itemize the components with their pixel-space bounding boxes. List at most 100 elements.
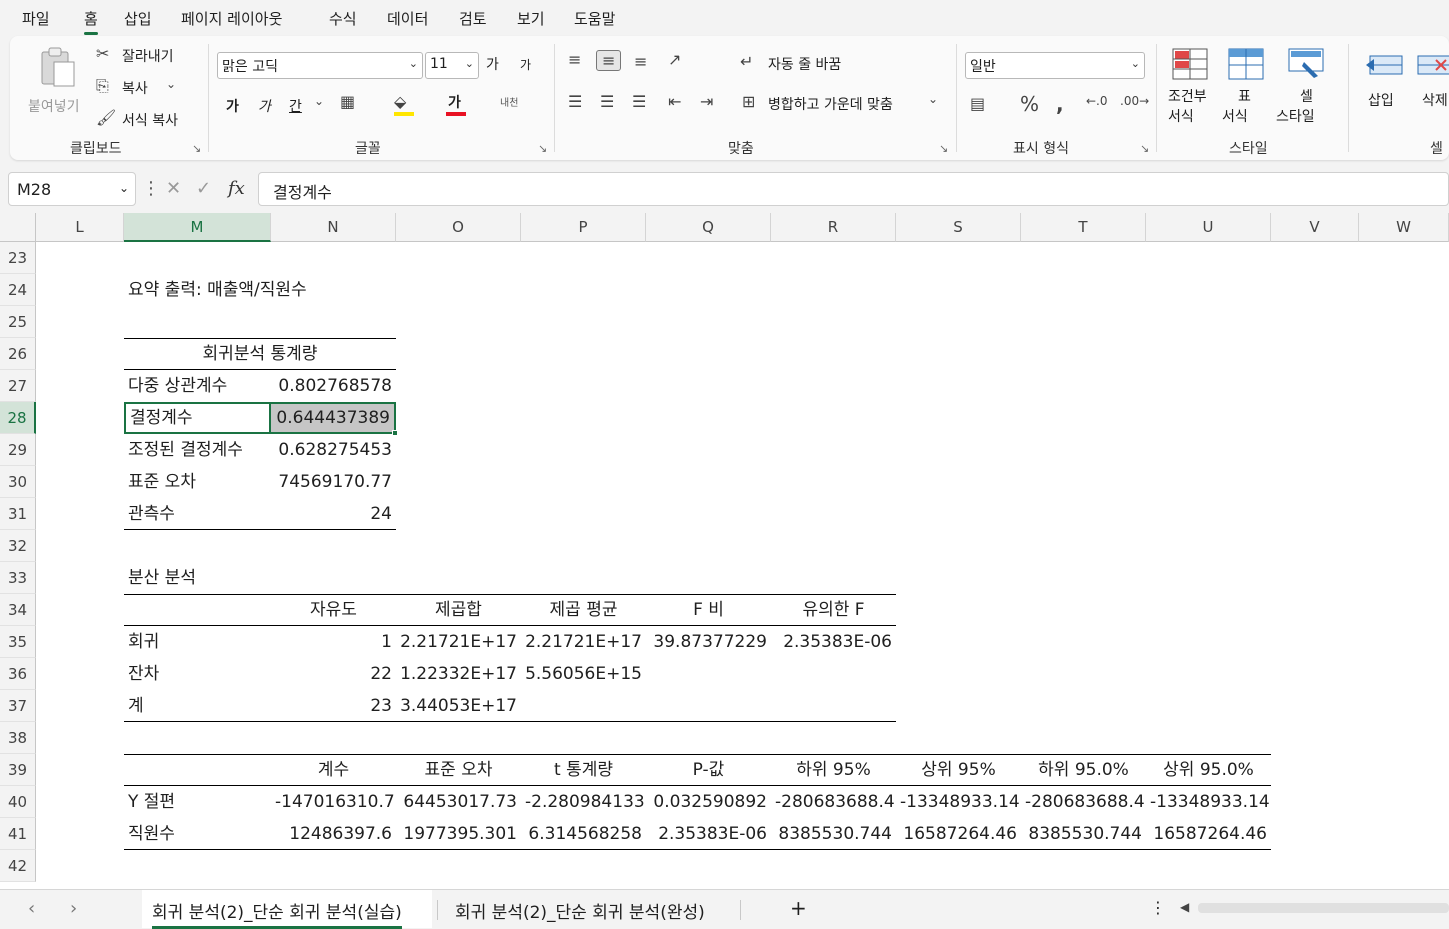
coef-header[interactable]: 하위 95.0% — [1021, 754, 1146, 786]
sheet-tab-practice[interactable]: 회귀 분석(2)_단순 회귀 분석(실습) — [152, 898, 402, 929]
name-box[interactable]: M28 ⌄ — [8, 172, 136, 206]
fill-color-icon[interactable]: ⬙ — [394, 92, 406, 111]
coef-cell[interactable]: -147016310.7 — [271, 786, 396, 818]
wrap-text-button[interactable]: 자동 줄 바꿈 — [768, 54, 841, 74]
summary-title[interactable]: 요약 출력: 매출액/직원수 — [124, 274, 311, 306]
column-header-Q[interactable]: Q — [646, 213, 771, 242]
stat-value[interactable]: 74569170.77 — [271, 466, 396, 498]
menu-review[interactable]: 검토 — [459, 8, 487, 29]
anova-header[interactable]: 제곱 평균 — [521, 594, 646, 626]
coef-cell[interactable]: 0.032590892 — [646, 786, 771, 818]
row-header[interactable]: 28 — [0, 402, 36, 434]
row-header[interactable]: 33 — [0, 562, 36, 594]
anova-cell[interactable]: 2.21721E+17 — [396, 626, 521, 658]
active-cell-M28[interactable]: 결정계수 — [124, 402, 271, 434]
column-header-L[interactable]: L — [36, 213, 124, 242]
font-launcher-icon[interactable]: ↘ — [538, 142, 547, 155]
align-bottom-icon[interactable]: ≡ — [634, 52, 647, 71]
anova-title[interactable]: 분산 분석 — [124, 562, 200, 594]
increase-decimal-icon[interactable]: ←.0 — [1086, 94, 1108, 108]
more-options-icon[interactable]: ⋮ — [1150, 898, 1166, 917]
insert-cells-button[interactable]: 삽입 — [1360, 46, 1410, 132]
stat-value[interactable]: 0.802768578 — [271, 370, 396, 402]
decrease-indent-icon[interactable]: ⇤ — [668, 92, 681, 111]
selected-cell-N28[interactable]: 0.644437389 — [271, 402, 396, 434]
scroll-tabs-left-icon[interactable]: ‹ — [28, 898, 35, 919]
menu-data[interactable]: 데이터 — [387, 8, 428, 29]
menu-insert[interactable]: 삽입 — [124, 8, 152, 29]
font-size-select[interactable]: 11 ⌄ — [425, 52, 479, 79]
cancel-icon[interactable]: ✕ — [166, 178, 181, 199]
coef-cell[interactable]: 6.314568258 — [521, 818, 646, 850]
column-header-R[interactable]: R — [771, 213, 896, 242]
grow-font-button[interactable]: 가 — [486, 54, 499, 74]
more-icon[interactable]: ⋮ — [142, 178, 160, 199]
column-header-V[interactable]: V — [1271, 213, 1359, 242]
number-launcher-icon[interactable]: ↘ — [1140, 142, 1149, 155]
anova-cell[interactable]: 23 — [271, 690, 396, 722]
underline-button[interactable]: 간 — [289, 96, 302, 116]
anova-cell[interactable]: 1 — [271, 626, 396, 658]
coef-cell[interactable]: 8385530.744 — [771, 818, 896, 850]
row-header[interactable]: 24 — [0, 274, 36, 306]
formula-input[interactable]: 결정계수 — [258, 172, 1449, 206]
coef-row-label[interactable]: Y 절편 — [124, 786, 271, 818]
delete-cells-button[interactable]: 삭제 — [1412, 46, 1449, 132]
anova-cell[interactable]: 22 — [271, 658, 396, 690]
chevron-down-icon[interactable]: ⌄ — [314, 94, 324, 108]
shrink-font-button[interactable]: 가 — [520, 56, 531, 73]
anova-cell[interactable]: 2.21721E+17 — [521, 626, 646, 658]
anova-cell[interactable]: 3.44053E+17 — [396, 690, 521, 722]
stat-label[interactable]: 조정된 결정계수 — [124, 434, 271, 466]
column-header-T[interactable]: T — [1021, 213, 1146, 242]
coef-header[interactable]: 상위 95.0% — [1146, 754, 1271, 786]
stat-label[interactable]: 표준 오차 — [124, 466, 271, 498]
row-header[interactable]: 38 — [0, 722, 36, 754]
menu-home[interactable]: 홈 — [84, 8, 98, 35]
anova-header[interactable]: 유의한 F — [771, 594, 896, 626]
anova-cell[interactable]: 5.56056E+15 — [521, 658, 646, 690]
align-left-icon[interactable]: ☰ — [568, 92, 582, 111]
coef-cell[interactable]: 12486397.6 — [271, 818, 396, 850]
column-header-W[interactable]: W — [1359, 213, 1449, 242]
anova-cell[interactable]: 1.22332E+17 — [396, 658, 521, 690]
copy-icon[interactable]: ⎘ — [96, 76, 109, 96]
anova-row-label[interactable]: 계 — [124, 690, 271, 722]
coef-header[interactable]: 하위 95% — [771, 754, 896, 786]
menu-file[interactable]: 파일 — [22, 8, 50, 29]
menu-formulas[interactable]: 수식 — [329, 8, 357, 29]
column-header-P[interactable]: P — [521, 213, 646, 242]
anova-row-label[interactable]: 회귀 — [124, 626, 271, 658]
clipboard-launcher-icon[interactable]: ↘ — [192, 142, 201, 155]
increase-indent-icon[interactable]: ⇥ — [700, 92, 713, 111]
sheet-tab-complete[interactable]: 회귀 분석(2)_단순 회귀 분석(완성) — [455, 898, 705, 923]
border-icon[interactable]: ▦ — [340, 92, 355, 111]
wrap-text-icon[interactable]: ↵ — [740, 52, 753, 71]
coef-header[interactable]: 표준 오차 — [396, 754, 521, 786]
add-sheet-button[interactable]: + — [790, 896, 807, 920]
worksheet-grid[interactable]: L M N O P Q R S T U V W 23 24 25 26 27 2… — [0, 213, 1449, 889]
align-middle-icon[interactable]: ≡ — [596, 50, 622, 71]
stat-value[interactable]: 24 — [271, 498, 396, 530]
anova-header[interactable]: F 비 — [646, 594, 771, 626]
italic-button[interactable]: 가 — [258, 96, 271, 116]
row-header[interactable]: 27 — [0, 370, 36, 402]
row-header[interactable]: 42 — [0, 850, 36, 882]
coef-cell[interactable]: -280683688.4 — [771, 786, 896, 818]
align-right-icon[interactable]: ☰ — [632, 92, 646, 111]
copy-dropdown-icon[interactable]: ⌄ — [166, 77, 176, 91]
stat-label[interactable]: 다중 상관계수 — [124, 370, 271, 402]
anova-cell[interactable]: 2.35383E-06 — [771, 626, 896, 658]
orientation-icon[interactable]: ↗ — [668, 50, 681, 69]
coef-cell[interactable]: -13348933.14 — [1146, 786, 1271, 818]
enter-icon[interactable]: ✓ — [196, 178, 211, 199]
phonetic-button[interactable]: 내천 — [500, 94, 518, 109]
column-header-O[interactable]: O — [396, 213, 521, 242]
scroll-left-icon[interactable]: ◀ — [1180, 900, 1189, 914]
insert-function-icon[interactable]: fx — [228, 178, 245, 199]
coef-cell[interactable]: -13348933.14 — [896, 786, 1021, 818]
column-header-U[interactable]: U — [1146, 213, 1271, 242]
menu-page-layout[interactable]: 페이지 레이아웃 — [181, 8, 282, 29]
paste-button[interactable]: 붙여넣기 — [24, 44, 88, 124]
row-header[interactable]: 25 — [0, 306, 36, 338]
